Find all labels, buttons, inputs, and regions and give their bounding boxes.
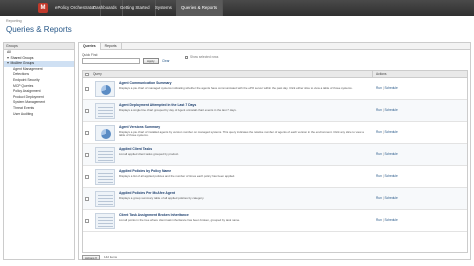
queries-table: Query Actions Agent Communication Summar…	[82, 70, 468, 253]
table-thumbnail-icon	[95, 103, 115, 119]
schedule-link[interactable]: Schedule	[384, 108, 397, 112]
table-row[interactable]: Agent Deployment Attempted in the Last 7…	[83, 100, 467, 122]
table-thumbnail-icon	[95, 213, 115, 229]
table-thumbnail-icon	[95, 147, 115, 163]
schedule-link[interactable]: Schedule	[384, 174, 397, 178]
nav-queries-reports[interactable]: Queries & Reports	[176, 0, 224, 16]
quick-find-input[interactable]	[82, 58, 140, 64]
expand-triangle-icon[interactable]	[7, 56, 9, 59]
run-link[interactable]: Run	[376, 196, 382, 200]
group-user-auditing[interactable]: User Auditing	[4, 112, 74, 118]
item-count: 142 items	[104, 255, 118, 260]
row-actions: Run | Schedule	[376, 108, 398, 112]
table-thumbnail-icon	[95, 169, 115, 185]
show-selected-checkbox[interactable]	[185, 56, 188, 59]
tab-queries[interactable]: Queries	[79, 43, 101, 50]
tab-reports[interactable]: Reports	[101, 43, 122, 50]
groups-heading: Groups	[4, 43, 74, 50]
collapse-triangle-icon[interactable]	[7, 62, 9, 65]
row-checkbox[interactable]	[85, 131, 89, 135]
column-header-query[interactable]: Query	[93, 71, 102, 78]
row-actions: Run | Schedule	[376, 196, 398, 200]
row-actions: Run | Schedule	[376, 174, 398, 178]
run-link[interactable]: Run	[376, 152, 382, 156]
row-checkbox[interactable]	[85, 219, 89, 223]
row-actions: Run | Schedule	[376, 152, 398, 156]
table-thumbnail-icon	[95, 191, 115, 207]
run-link[interactable]: Run	[376, 130, 382, 134]
schedule-link[interactable]: Schedule	[384, 218, 397, 222]
table-footer: Actions ▾ 142 items	[82, 255, 468, 260]
query-title[interactable]: Agent Versions Summary	[119, 125, 160, 129]
query-description: List all points in the tree where client…	[119, 218, 240, 222]
row-checkbox[interactable]	[85, 175, 89, 179]
row-checkbox[interactable]	[85, 87, 89, 91]
query-description: Displays a pie chart of managed systems …	[119, 86, 353, 90]
query-title[interactable]: Client Task Assignment Broken Inheritanc…	[119, 213, 189, 217]
schedule-link[interactable]: Schedule	[384, 196, 397, 200]
pie-chart-thumbnail-icon	[95, 81, 115, 97]
top-navigation-bar: M ePolicy Orchestrator Dashboards Gettin…	[0, 0, 474, 16]
schedule-link[interactable]: Schedule	[384, 86, 397, 90]
schedule-link[interactable]: Schedule	[384, 130, 397, 134]
chevron-down-icon: ▾	[95, 256, 97, 260]
query-description: List all applied client tasks grouped by…	[119, 152, 179, 156]
run-link[interactable]: Run	[376, 108, 382, 112]
run-link[interactable]: Run	[376, 86, 382, 90]
query-description: Displays a pie chart of installed agents…	[119, 130, 364, 138]
mcafee-logo-icon: M	[38, 3, 48, 13]
query-description: Displays a single line chart grouped by …	[119, 108, 237, 112]
page-title: Queries & Reports	[6, 25, 72, 34]
query-description: Displays a group summary table of all ap…	[119, 196, 205, 200]
table-header: Query Actions	[83, 71, 467, 78]
query-description: Displays a list of all applied policies …	[119, 174, 236, 178]
column-header-actions: Actions	[372, 71, 467, 78]
groups-panel: Groups All Shared Groups McAfee Groups A…	[3, 42, 75, 260]
row-checkbox[interactable]	[85, 197, 89, 201]
main-panel: Queries Reports Quick Find: Apply Clear S…	[78, 42, 471, 260]
select-all-checkbox[interactable]	[85, 72, 89, 76]
nav-systems[interactable]: Systems	[150, 0, 178, 16]
run-link[interactable]: Run	[376, 174, 382, 178]
query-title[interactable]: Applied Client Tasks	[119, 147, 152, 151]
actions-dropdown[interactable]: Actions ▾	[82, 255, 100, 260]
row-checkbox[interactable]	[85, 153, 89, 157]
query-title[interactable]: Agent Deployment Attempted in the Last 7…	[119, 103, 196, 107]
table-row[interactable]: Applied Policies by Policy Name Displays…	[83, 166, 467, 188]
schedule-link[interactable]: Schedule	[384, 152, 397, 156]
query-title[interactable]: Applied Policies Per McAfee Agent	[119, 191, 175, 195]
row-actions: Run | Schedule	[376, 86, 398, 90]
clear-link[interactable]: Clear	[162, 59, 170, 63]
show-selected-label: Show selected rows	[190, 55, 219, 60]
table-row[interactable]: Applied Policies Per McAfee Agent Displa…	[83, 188, 467, 210]
row-checkbox[interactable]	[85, 109, 89, 113]
query-title[interactable]: Applied Policies by Policy Name	[119, 169, 171, 173]
table-row[interactable]: Client Task Assignment Broken Inheritanc…	[83, 210, 467, 232]
tab-bar: Queries Reports	[79, 43, 470, 50]
row-actions: Run | Schedule	[376, 218, 398, 222]
query-title[interactable]: Agent Communication Summary	[119, 81, 172, 85]
breadcrumb: Reporting	[6, 19, 22, 23]
pie-chart-thumbnail-icon	[95, 125, 115, 141]
table-row[interactable]: Agent Versions Summary Displays a pie ch…	[83, 122, 467, 144]
apply-button[interactable]: Apply	[143, 58, 159, 64]
table-row[interactable]: Agent Communication Summary Displays a p…	[83, 78, 467, 100]
table-row[interactable]: Applied Client Tasks List all applied cl…	[83, 144, 467, 166]
quick-find-label: Quick Find:	[82, 53, 99, 57]
run-link[interactable]: Run	[376, 218, 382, 222]
row-actions: Run | Schedule	[376, 130, 398, 134]
